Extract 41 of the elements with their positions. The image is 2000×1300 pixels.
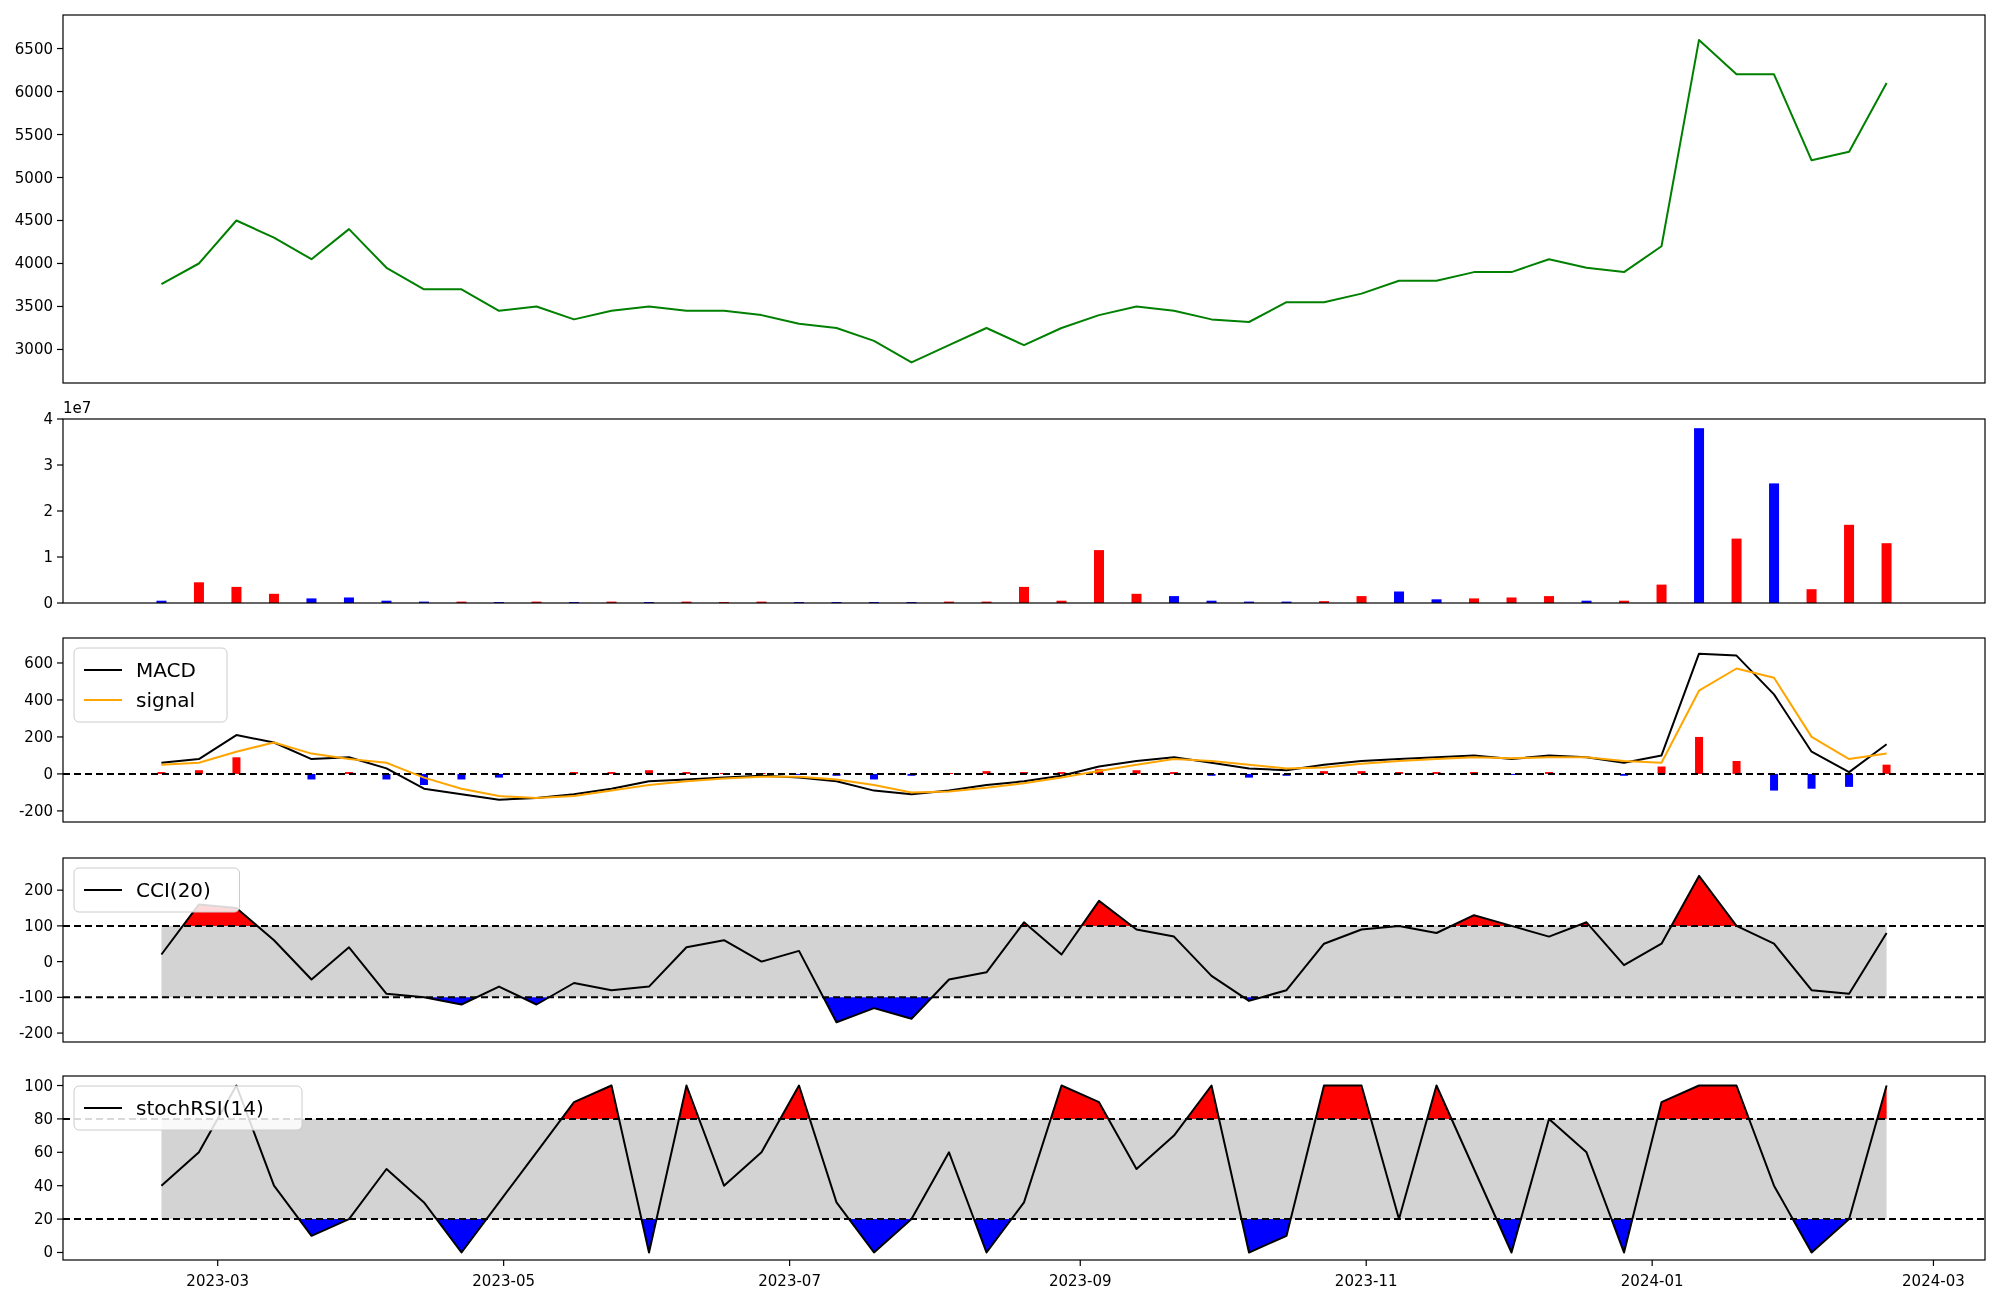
axis-tick-label: 40 <box>33 1176 53 1195</box>
axis-tick-label: 100 <box>24 916 53 935</box>
axis-tick-label: -100 <box>18 988 53 1007</box>
axis-tick-label: 80 <box>33 1109 53 1128</box>
axis-tick-label: 4 <box>43 410 53 428</box>
axis-tick-label: 3500 <box>14 297 53 316</box>
axis-tick-label: 3000 <box>14 340 53 359</box>
axis-tick-label: 20 <box>33 1210 53 1229</box>
legend-label: signal <box>136 688 196 712</box>
axis-tick-label: 2024-01 <box>1620 1272 1684 1290</box>
axis-tick-label: 600 <box>24 653 53 672</box>
axis-tick-label: 2023-11 <box>1334 1272 1398 1290</box>
axis-offset-label: 1e7 <box>63 400 92 417</box>
axis-tick-label: -200 <box>18 801 53 820</box>
axis-tick-label: 200 <box>24 727 53 746</box>
legend-label: MACD <box>136 658 196 682</box>
axis-tick-label: 2023-05 <box>472 1272 535 1290</box>
axis-tick-label: 2 <box>43 502 53 520</box>
axis-tick-label: 2023-09 <box>1048 1272 1112 1290</box>
axis-tick-label: 5000 <box>14 168 53 187</box>
axis-tick-label: 6500 <box>14 39 53 58</box>
axis-tick-label: 4000 <box>14 254 53 273</box>
axis-tick-label: 60 <box>33 1143 53 1162</box>
legend-label: CCI(20) <box>136 878 211 902</box>
axis-tick-label: 3 <box>43 456 53 474</box>
axis-tick-label: 100 <box>24 1076 53 1095</box>
axis-tick-label: 2023-07 <box>758 1272 821 1290</box>
axis-tick-label: 0 <box>43 1243 53 1262</box>
axis-tick-label: 4500 <box>14 211 53 230</box>
axis-tick-label: 400 <box>24 690 53 709</box>
axis-tick-label: 0 <box>43 764 53 783</box>
axis-tick-label: 2024-03 <box>1902 1272 1965 1290</box>
axis-tick-label: 0 <box>43 952 53 971</box>
axis-tick-label: -200 <box>18 1024 53 1043</box>
axis-tick-label: 200 <box>24 881 53 900</box>
axis-tick-label: 6000 <box>14 82 53 101</box>
axis-tick-label: 1 <box>43 548 53 566</box>
axis-tick-label: 0 <box>43 594 53 612</box>
axis-tick-label: 5500 <box>14 125 53 144</box>
axis-tick-label: 2023-03 <box>186 1272 250 1290</box>
legend-label: stochRSI(14) <box>136 1096 264 1120</box>
